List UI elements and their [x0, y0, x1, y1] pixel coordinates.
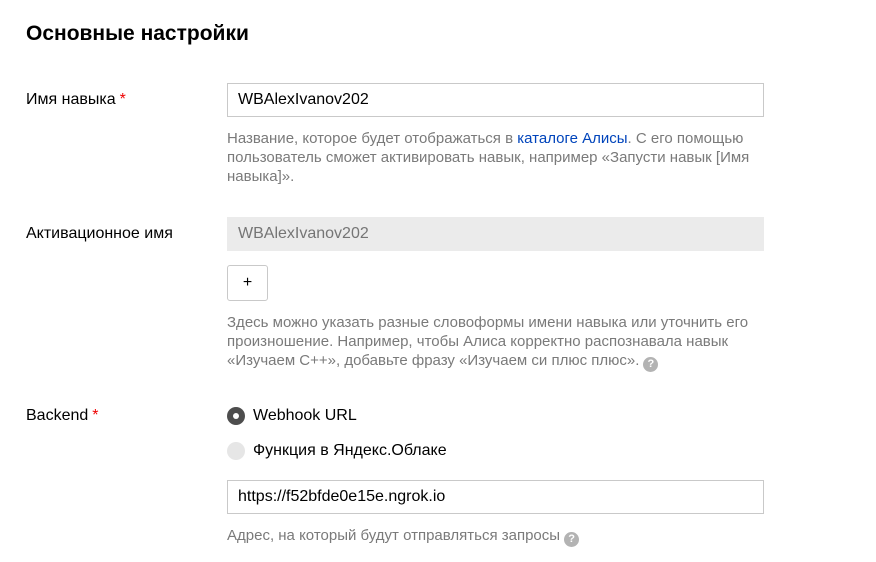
skill-name-input[interactable]	[227, 83, 764, 117]
skill-name-hint-prefix: Название, которое будет отображаться в	[227, 130, 518, 147]
radio-checked-icon[interactable]	[227, 407, 245, 425]
skill-name-label-text: Имя навыка	[26, 91, 116, 108]
skill-name-label: Имя навыка *	[26, 90, 126, 110]
radio-webhook-url-label: Webhook URL	[253, 407, 357, 424]
radio-unchecked-icon[interactable]	[227, 442, 245, 460]
activation-name-input	[227, 217, 764, 251]
radio-yandex-cloud-function-label: Функция в Яндекс.Облаке	[253, 442, 447, 459]
alice-catalog-link[interactable]: каталоге Алисы	[517, 130, 627, 147]
radio-webhook-url[interactable]: Webhook URL	[227, 406, 357, 426]
activation-name-hint: Здесь можно указать разные словоформы им…	[227, 313, 787, 372]
backend-label-text: Backend	[26, 407, 89, 424]
section-title: Основные настройки	[26, 22, 249, 45]
activation-name-label-text: Активационное имя	[26, 225, 173, 242]
question-circle-icon[interactable]: ?	[643, 357, 659, 372]
settings-page: Основные настройки Имя навыка* Название,…	[0, 0, 876, 562]
required-star: *	[119, 91, 126, 108]
activation-name-label: Активационное имя	[26, 224, 173, 244]
activation-name-hint-text: Здесь можно указать разные словоформы им…	[227, 314, 749, 369]
question-circle-icon[interactable]: ?	[564, 532, 580, 547]
backend-label: Backend *	[26, 406, 99, 426]
webhook-url-hint: Адрес, на который будут отправляться зап…	[227, 526, 787, 547]
radio-yandex-cloud-function[interactable]: Функция в Яндекс.Облаке	[227, 441, 447, 461]
skill-name-hint: Название, которое будет отображаться в к…	[227, 129, 787, 186]
add-activation-name-button[interactable]: +	[227, 265, 268, 301]
webhook-url-hint-text: Адрес, на который будут отправляться зап…	[227, 527, 561, 544]
required-star: *	[92, 407, 99, 424]
webhook-url-input[interactable]	[227, 480, 764, 514]
